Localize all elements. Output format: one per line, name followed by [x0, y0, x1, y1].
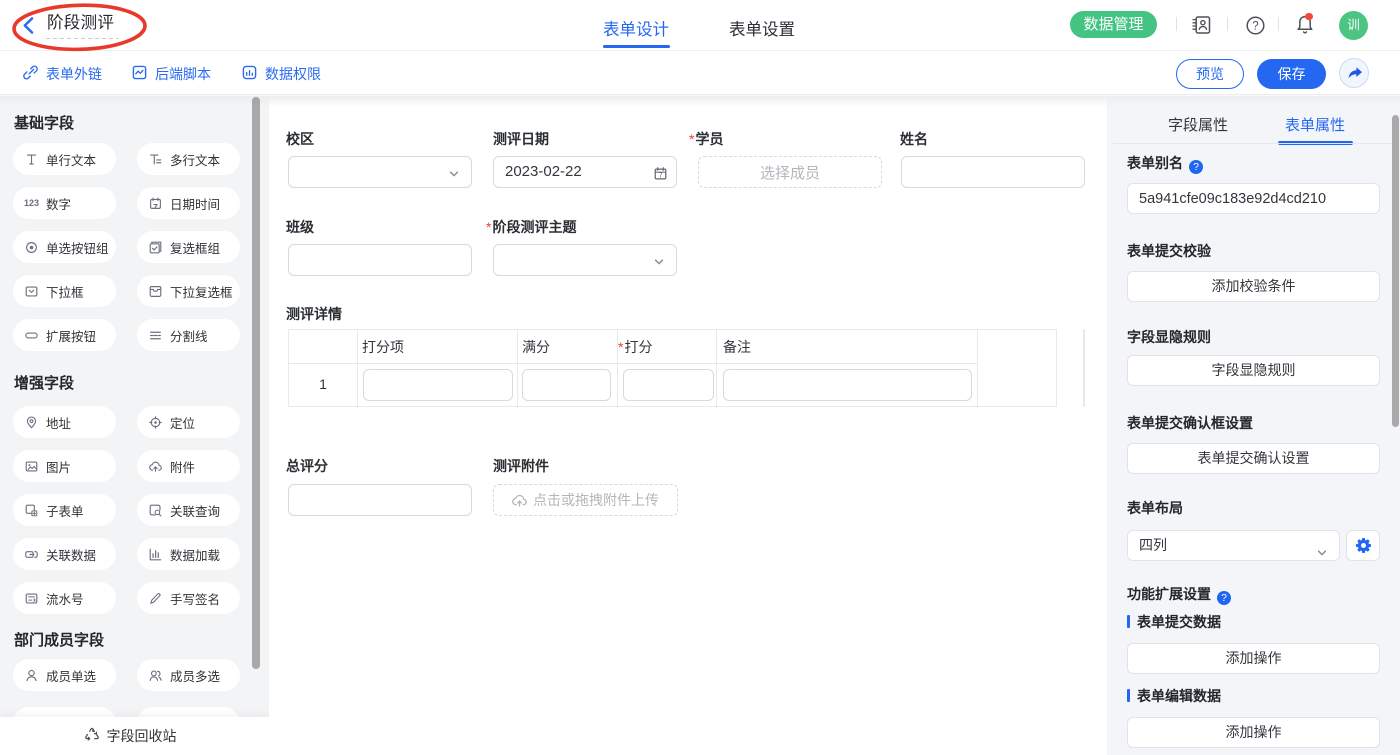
svg-text:7: 7 — [659, 172, 663, 179]
svg-text:?: ? — [1252, 21, 1258, 33]
